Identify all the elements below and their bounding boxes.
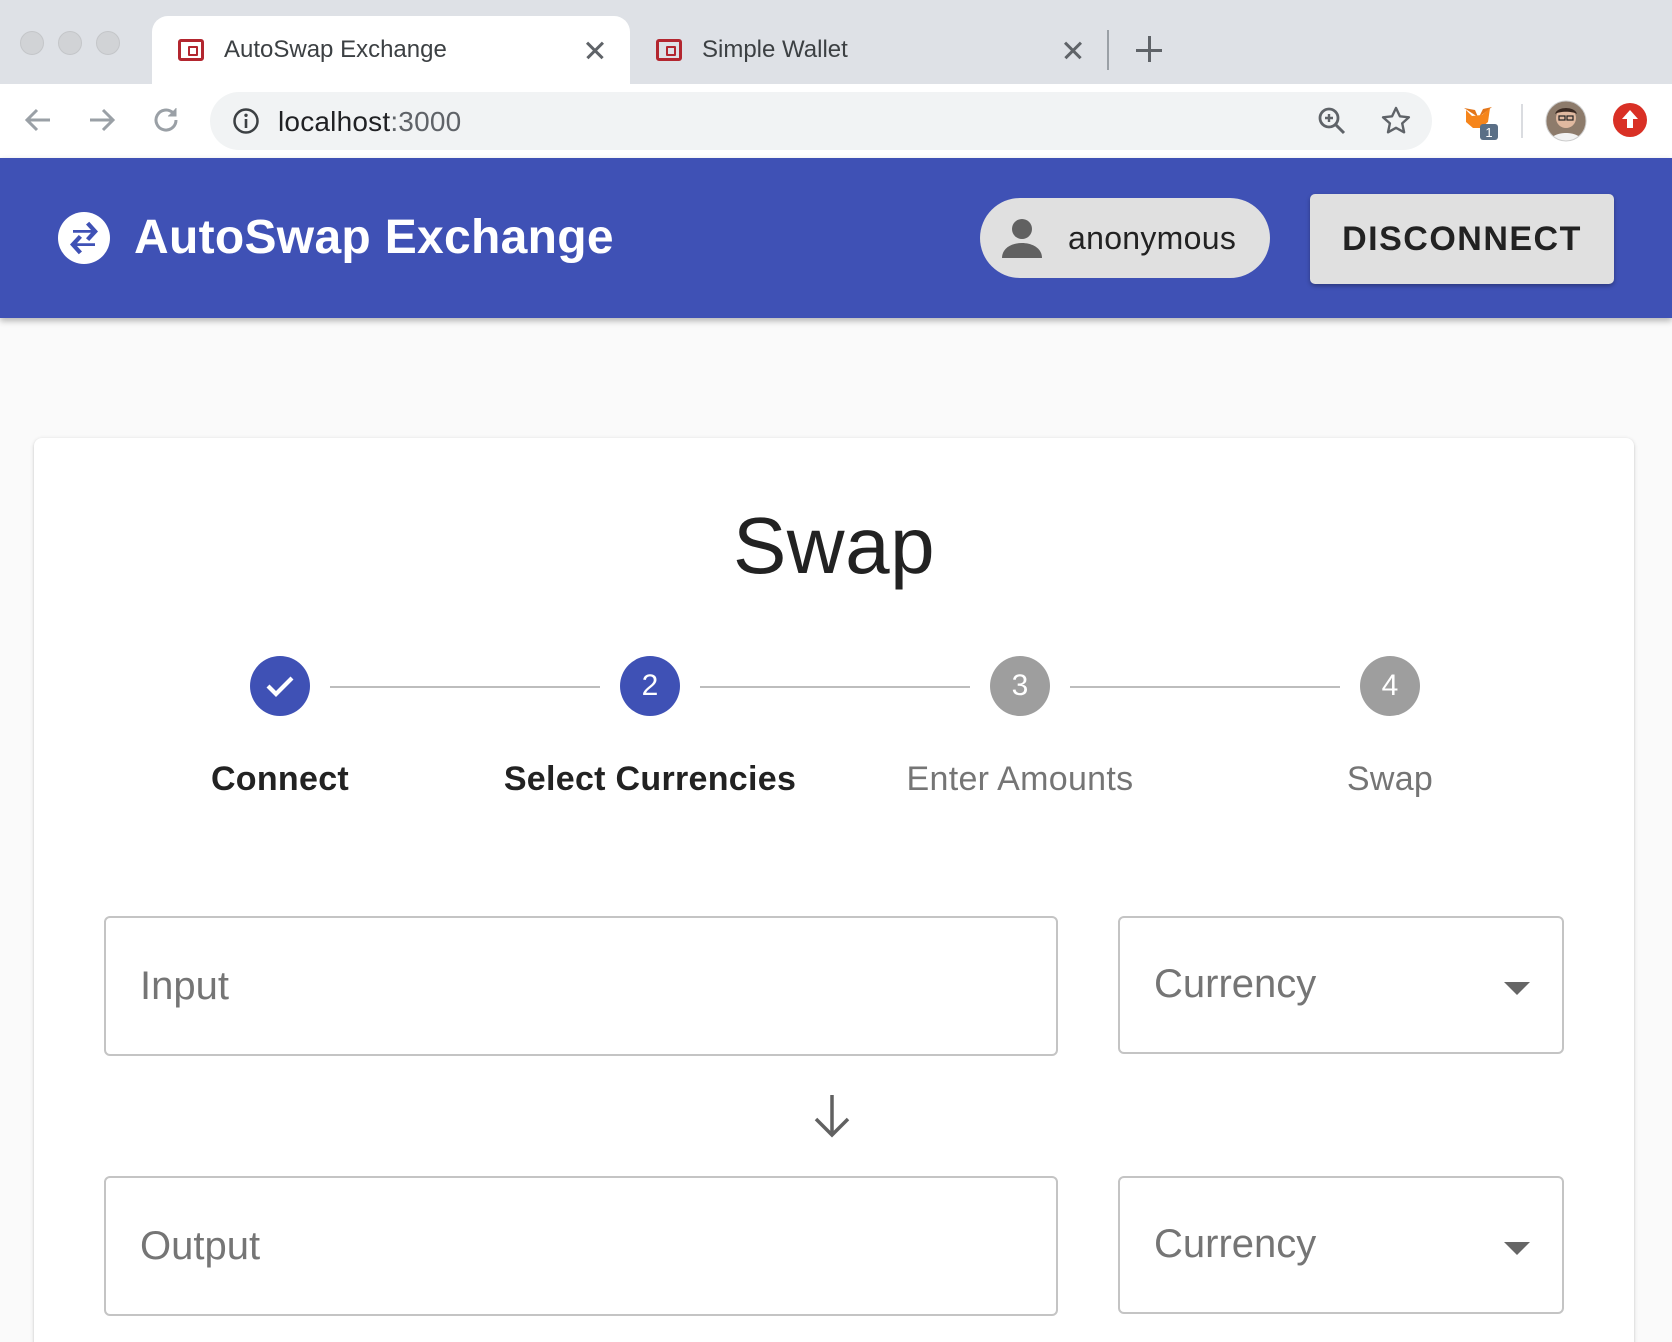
dropdown-caret-icon (1504, 982, 1530, 995)
tab-divider (1107, 30, 1109, 70)
close-icon[interactable] (1058, 35, 1088, 65)
input-currency-label: Currency (1154, 962, 1317, 1006)
wallet-icon (178, 39, 204, 61)
step-3-circle: 3 (990, 656, 1050, 716)
swap-card: Swap 2 3 4 Connect Select Currencies Ent… (34, 438, 1634, 1342)
step-connector (330, 686, 600, 688)
step-1-check-icon (250, 656, 310, 716)
output-amount[interactable] (140, 1178, 1030, 1314)
window-maximize-button[interactable] (96, 31, 120, 55)
reload-icon[interactable] (146, 100, 186, 140)
input-currency-select[interactable]: Currency (1118, 916, 1564, 1054)
output-currency-select[interactable]: Currency (1118, 1176, 1564, 1314)
browser-tab-simple-wallet[interactable]: Simple Wallet (630, 16, 1108, 84)
step-connector (700, 686, 970, 688)
browser-tab-autoswap[interactable]: AutoSwap Exchange (152, 16, 630, 84)
output-amount-field[interactable] (104, 1176, 1058, 1316)
address-bar[interactable]: localhost:3000 (210, 92, 1432, 150)
new-tab-plus-icon[interactable] (1136, 34, 1168, 66)
output-currency-label: Currency (1154, 1222, 1317, 1266)
input-amount-field[interactable] (104, 916, 1058, 1056)
arrow-down-icon (814, 1095, 850, 1138)
step-3-label: Enter Amounts (906, 760, 1134, 798)
extension-badge-count: 1 (1485, 125, 1492, 140)
tab-title: Simple Wallet (702, 36, 848, 63)
forward-arrow-icon[interactable] (82, 100, 122, 140)
close-icon[interactable] (580, 35, 610, 65)
person-icon (1002, 219, 1042, 258)
browser-tab-strip: AutoSwap Exchange Simple Wallet (0, 0, 1672, 84)
username-label: anonymous (1068, 219, 1237, 256)
back-arrow-icon[interactable] (18, 100, 58, 140)
swap-horiz-icon (58, 212, 110, 264)
profile-avatar[interactable] (1545, 100, 1587, 142)
step-4-circle: 4 (1360, 656, 1420, 716)
window-minimize-button[interactable] (58, 31, 82, 55)
tab-title: AutoSwap Exchange (224, 36, 447, 63)
step-2-circle: 2 (620, 656, 680, 716)
app-title: AutoSwap Exchange (134, 211, 614, 264)
update-arrow-icon[interactable] (1612, 102, 1652, 142)
zoom-icon[interactable] (1316, 105, 1348, 137)
step-2-label: Select Currencies (503, 760, 797, 798)
browser-toolbar: localhost:3000 1 (0, 84, 1672, 158)
star-icon[interactable] (1380, 105, 1412, 137)
wallet-icon (656, 39, 682, 61)
url-text[interactable]: localhost:3000 (278, 106, 461, 138)
window-close-button[interactable] (20, 31, 44, 55)
step-1-label: Connect (210, 760, 350, 798)
page-title: Swap (732, 501, 936, 590)
disconnect-button[interactable]: DISCONNECT (1310, 194, 1614, 284)
input-amount[interactable] (140, 918, 1030, 1054)
dropdown-caret-icon (1504, 1242, 1530, 1255)
toolbar-divider (1521, 104, 1523, 138)
user-chip[interactable]: anonymous (980, 198, 1270, 278)
step-connector (1070, 686, 1340, 688)
metamask-fox-icon[interactable]: 1 (1460, 102, 1500, 142)
step-4-label: Swap (1346, 760, 1434, 798)
app-header: AutoSwap Exchange anonymous DISCONNECT (0, 158, 1672, 318)
info-icon[interactable] (232, 107, 260, 135)
